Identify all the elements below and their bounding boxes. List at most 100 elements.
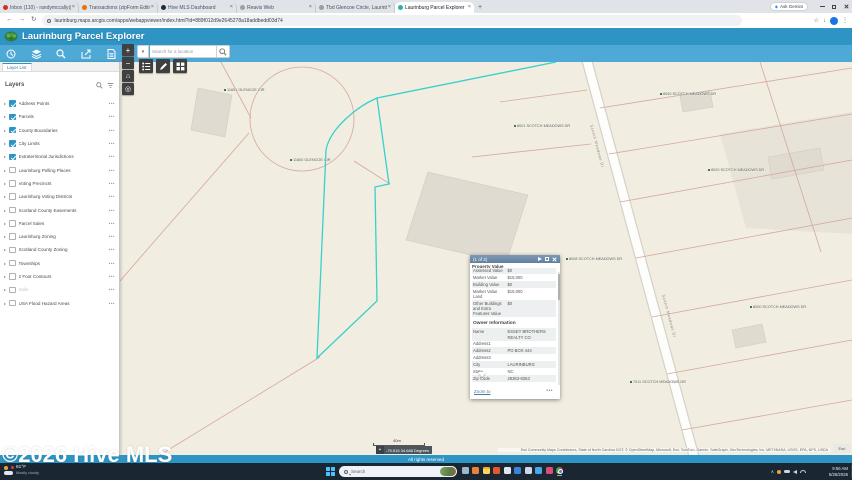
- file-explorer-icon[interactable]: [482, 467, 490, 477]
- chrome-icon[interactable]: [556, 467, 564, 477]
- window-close-button[interactable]: [840, 0, 852, 13]
- hidden-icons-chevron[interactable]: ∧: [771, 469, 774, 475]
- layer-options-icon[interactable]: •••: [109, 141, 115, 146]
- layer-options-icon[interactable]: •••: [109, 261, 115, 266]
- back-icon[interactable]: ←: [6, 17, 13, 24]
- downloads-icon[interactable]: ↓: [823, 18, 826, 24]
- browser-tab[interactable]: Hive MLS Dashboard ×: [158, 2, 237, 13]
- home-extent-button[interactable]: ⌂: [122, 70, 134, 82]
- browser-tab[interactable]: Laurinburg Parcel Explorer ×: [395, 2, 474, 13]
- zoom-in-button[interactable]: +: [122, 44, 134, 56]
- layer-options-icon[interactable]: •••: [109, 221, 115, 226]
- layer-options-icon[interactable]: •••: [109, 247, 115, 252]
- ask-gemini-button[interactable]: ◆ Ask Gemini: [770, 2, 808, 11]
- onedrive-cloud-icon[interactable]: [784, 470, 790, 474]
- mail-app-icon[interactable]: [503, 467, 511, 477]
- my-location-button[interactable]: ◎: [122, 83, 134, 95]
- layer-checkbox[interactable]: [9, 300, 16, 307]
- panel-search-icon[interactable]: [96, 76, 103, 94]
- layer-list-item[interactable]: ▸ Scotland County Easements •••: [0, 203, 119, 216]
- layer-checkbox[interactable]: [9, 233, 16, 240]
- layer-options-icon[interactable]: •••: [109, 301, 115, 306]
- browser-tab[interactable]: Inbox (110) - randymccally@g... ×: [0, 2, 79, 13]
- browser-tab[interactable]: Reavis Web ×: [237, 2, 316, 13]
- document-icon[interactable]: [105, 48, 117, 60]
- layer-checkbox[interactable]: [9, 193, 16, 200]
- location-search-input[interactable]: [150, 45, 217, 58]
- task-view-icon[interactable]: [461, 467, 469, 477]
- layer-options-icon[interactable]: •••: [109, 114, 115, 119]
- layer-list-item[interactable]: ▸ USA Flood Hazard Areas •••: [0, 296, 119, 309]
- tab-close-icon[interactable]: ×: [151, 5, 154, 11]
- tab-close-icon[interactable]: ×: [72, 5, 75, 11]
- layer-list-item[interactable]: ▸ City Limits •••: [0, 137, 119, 150]
- tray-app-icon[interactable]: [777, 470, 781, 474]
- layer-options-icon[interactable]: •••: [109, 194, 115, 199]
- layer-checkbox[interactable]: [9, 100, 16, 107]
- layer-checkbox[interactable]: [9, 260, 16, 267]
- layer-list-item[interactable]: ▸ Laurinburg Zoning •••: [0, 230, 119, 243]
- layer-options-icon[interactable]: •••: [109, 154, 115, 159]
- edge-icon[interactable]: [514, 467, 522, 477]
- copilot-icon[interactable]: [472, 467, 480, 477]
- share-icon[interactable]: [80, 48, 92, 60]
- reload-icon[interactable]: ↻: [31, 17, 36, 24]
- forward-icon[interactable]: →: [19, 17, 26, 24]
- layer-options-icon[interactable]: •••: [109, 128, 115, 133]
- popup-next-icon[interactable]: [538, 257, 542, 261]
- popup-close-icon[interactable]: [552, 257, 557, 262]
- start-button[interactable]: [326, 467, 335, 476]
- browser-tab[interactable]: Tbd Glencoe Circle, Laurinburg ×: [316, 2, 395, 13]
- layer-list-item[interactable]: ▸ Parcel Sales •••: [0, 217, 119, 230]
- layer-options-icon[interactable]: •••: [109, 168, 115, 173]
- layer-checkbox[interactable]: [9, 114, 16, 121]
- layer-list-item[interactable]: ▸ Townships •••: [0, 257, 119, 270]
- layer-list-item[interactable]: ▸ Voting Precincts •••: [0, 177, 119, 190]
- layer-checkbox[interactable]: [9, 287, 16, 294]
- new-tab-button[interactable]: +: [478, 2, 482, 13]
- layer-checkbox[interactable]: [9, 167, 16, 174]
- layer-checkbox[interactable]: [9, 220, 16, 227]
- site-info-icon[interactable]: [47, 19, 51, 23]
- layer-options-icon[interactable]: •••: [109, 287, 115, 292]
- about-clock-icon[interactable]: [5, 48, 17, 60]
- browser-app-icon[interactable]: [493, 467, 501, 477]
- zoom-out-button[interactable]: −: [122, 57, 134, 69]
- layer-list-item[interactable]: ▸ Soils •••: [0, 283, 119, 296]
- layer-list-item[interactable]: ▸ Laurinburg Voting Districts •••: [0, 190, 119, 203]
- taskbar-search-box[interactable]: Search: [339, 466, 457, 477]
- layer-options-icon[interactable]: •••: [109, 208, 115, 213]
- layer-list-item[interactable]: ▸ Address Points •••: [0, 97, 119, 110]
- layer-checkbox[interactable]: [9, 140, 16, 147]
- layer-checkbox[interactable]: [9, 207, 16, 214]
- panel-filter-icon[interactable]: [107, 76, 114, 94]
- window-maximize-button[interactable]: [828, 0, 840, 13]
- zoom-to-link[interactable]: Zoom to: [474, 389, 546, 394]
- tab-close-icon[interactable]: ×: [230, 5, 233, 11]
- crosshair-icon[interactable]: +: [376, 446, 384, 454]
- search-source-dropdown[interactable]: ▾: [137, 45, 149, 58]
- layer-checkbox[interactable]: [9, 180, 16, 187]
- draw-widget-button[interactable]: [156, 59, 170, 73]
- popup-scrollbar[interactable]: [558, 272, 560, 385]
- layer-options-icon[interactable]: •••: [109, 234, 115, 239]
- legend-widget-button[interactable]: [139, 59, 153, 73]
- profile-avatar[interactable]: [830, 17, 838, 25]
- tab-close-icon[interactable]: ×: [309, 5, 312, 11]
- popup-maximize-icon[interactable]: [545, 257, 549, 261]
- tab-close-icon[interactable]: ×: [468, 5, 471, 11]
- volume-icon[interactable]: [793, 470, 797, 474]
- photos-icon[interactable]: [545, 467, 553, 477]
- basemap-gallery-button[interactable]: [173, 59, 187, 73]
- layer-options-icon[interactable]: •••: [109, 274, 115, 279]
- taskbar-clock[interactable]: 9:56 AM 5/26/2026: [829, 466, 848, 478]
- popup-more-actions-icon[interactable]: •••: [546, 390, 553, 392]
- layer-list-item[interactable]: ▸ Extraterritorial Jurisdictions •••: [0, 150, 119, 163]
- location-search-button[interactable]: [217, 45, 230, 58]
- window-minimize-button[interactable]: [816, 0, 828, 13]
- layer-options-icon[interactable]: •••: [109, 181, 115, 186]
- store-icon[interactable]: [535, 467, 543, 477]
- layer-list-item[interactable]: ▸ County Boundaries •••: [0, 124, 119, 137]
- layer-options-icon[interactable]: •••: [109, 101, 115, 106]
- layer-list-item[interactable]: ▸ Laurinburg Polling Places •••: [0, 163, 119, 176]
